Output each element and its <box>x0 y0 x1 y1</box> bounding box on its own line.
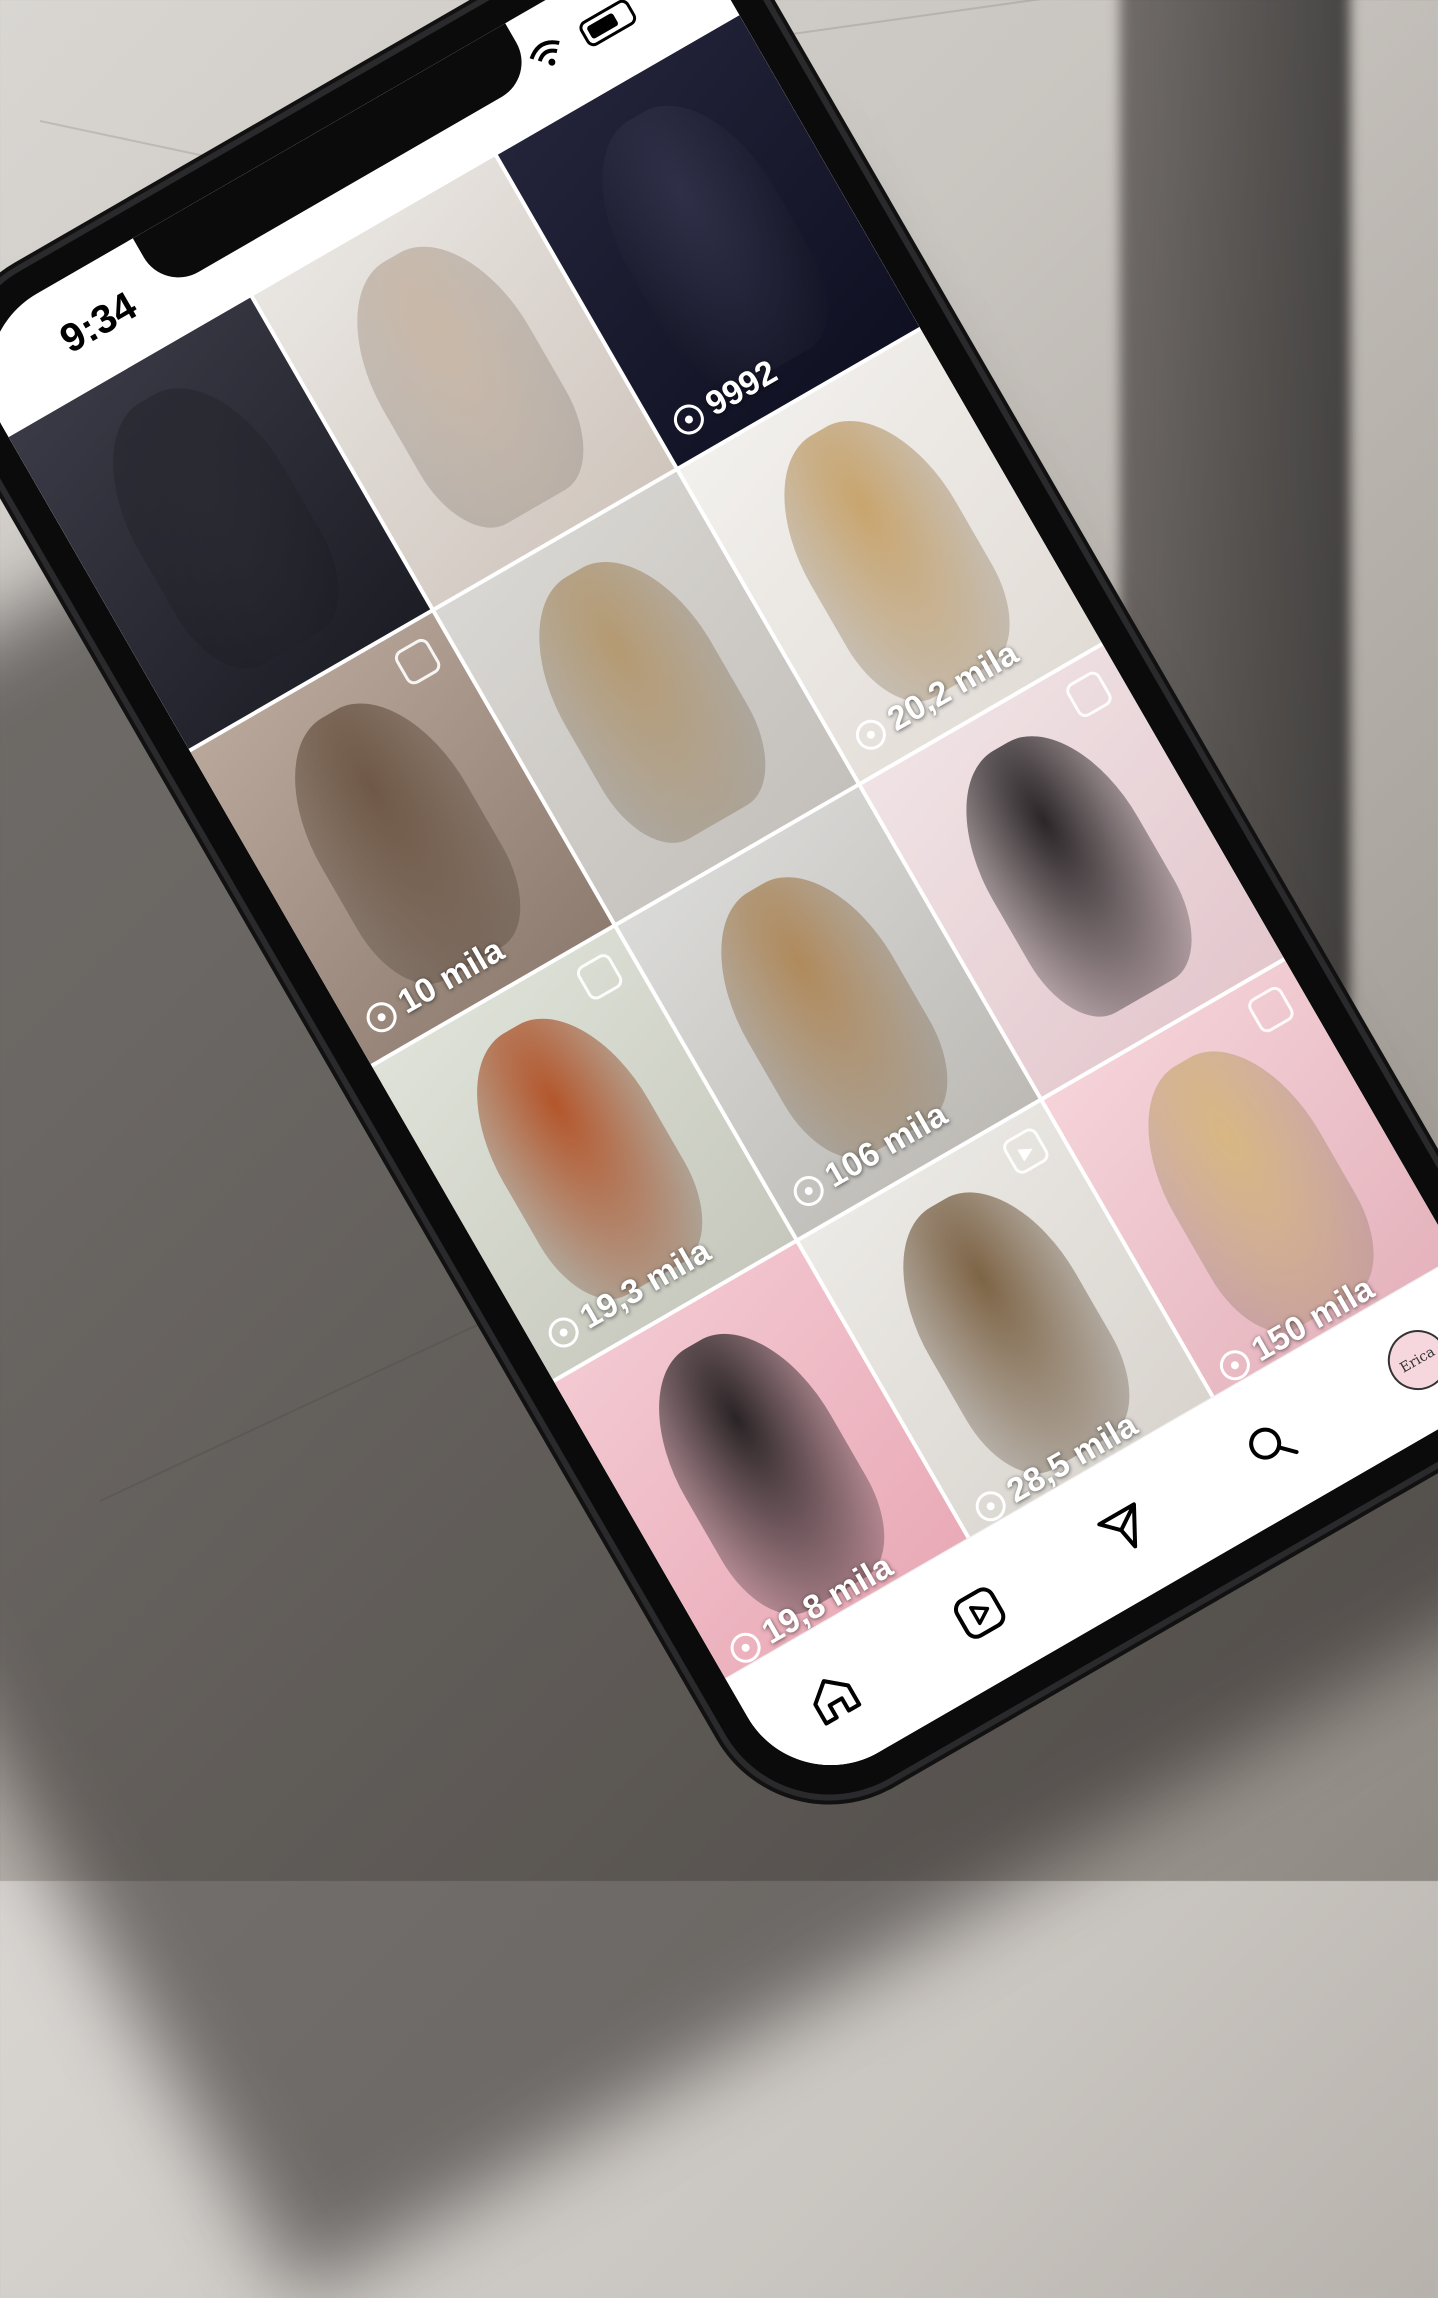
home-icon[interactable] <box>794 1658 873 1737</box>
carousel-icon <box>1244 983 1297 1036</box>
carousel-icon <box>1062 668 1115 721</box>
status-time: 9:34 <box>52 283 145 362</box>
eye-icon <box>787 1170 829 1212</box>
search-icon[interactable] <box>1231 1405 1310 1484</box>
carousel-icon <box>391 635 444 688</box>
avatar-label: Erica <box>1397 1343 1438 1377</box>
eye-icon <box>360 996 402 1038</box>
status-icons <box>525 0 640 80</box>
eye-icon <box>668 398 710 440</box>
send-icon[interactable] <box>1085 1489 1164 1568</box>
profile-avatar[interactable]: Erica <box>1376 1319 1438 1402</box>
reel-icon: ▶ <box>1000 1124 1053 1177</box>
eye-icon <box>1396 1659 1438 1679</box>
reels-icon[interactable] <box>940 1574 1019 1653</box>
carousel-icon <box>573 951 626 1003</box>
battery-icon <box>576 0 639 49</box>
eye-icon <box>542 1311 584 1353</box>
eye-icon <box>850 713 892 755</box>
wifi-icon <box>525 33 573 80</box>
